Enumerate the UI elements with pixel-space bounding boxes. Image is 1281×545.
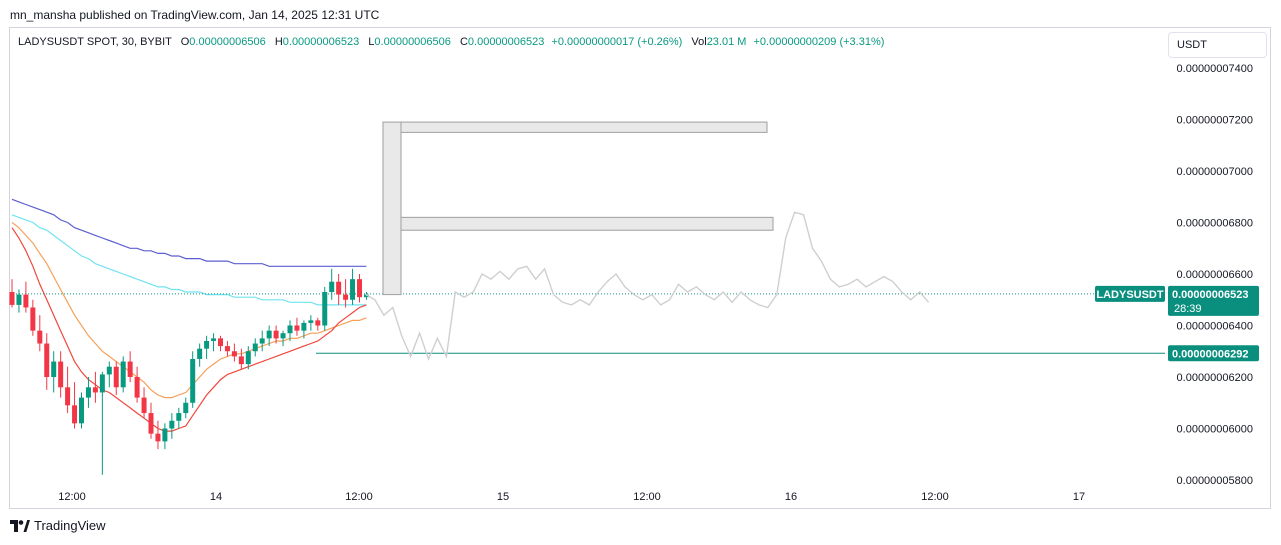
ema-line	[11, 222, 367, 399]
target-box-lower	[400, 216, 774, 231]
x-axis-tick: 15	[497, 491, 509, 503]
y-axis-tick: 0.00000007000	[1177, 166, 1253, 178]
candle-body	[169, 420, 175, 429]
candle-body	[134, 377, 140, 398]
candle-body	[72, 405, 78, 424]
candle-body	[238, 356, 244, 365]
candle-body	[79, 397, 84, 424]
candle-body	[211, 338, 217, 341]
price-chart[interactable]: 12:00 14 12:00 15 12:00 16 12:00 17 0.0000000740…	[0, 0, 1281, 545]
candle-body	[16, 294, 22, 305]
x-axis-tick: 14	[210, 491, 222, 503]
y-axis-tick: 0.00000006400	[1177, 321, 1253, 333]
y-axis-tick: 0.00000007400	[1177, 63, 1253, 75]
x-axis-tick: 12:00	[633, 491, 661, 503]
tradingview-logo[interactable]: TradingView	[10, 518, 106, 533]
y-axis-tick: 0.00000006000	[1177, 424, 1253, 436]
ema-line	[11, 214, 367, 306]
candle-body	[9, 292, 15, 305]
candle-body	[51, 361, 57, 377]
candle-body	[266, 330, 272, 339]
candle-body	[273, 330, 279, 339]
ema-line	[11, 198, 367, 267]
vertical-box	[382, 121, 402, 296]
candle-body	[350, 279, 356, 300]
candle-body	[120, 361, 126, 388]
candle-body	[190, 358, 196, 403]
x-axis-tick: 17	[1073, 491, 1085, 503]
candle-body	[106, 366, 112, 375]
candle-body	[162, 428, 168, 442]
candle-body	[30, 307, 36, 331]
x-axis-tick: 12:00	[921, 491, 949, 503]
candle-body	[224, 346, 230, 352]
y-axis-tick: 0.00000006200	[1177, 372, 1253, 384]
last-price-value: 0.00000006523	[1172, 289, 1248, 301]
candle-body	[287, 325, 293, 334]
candle-body	[336, 281, 342, 295]
level-price-value: 0.00000006292	[1172, 348, 1248, 360]
x-axis-tick: 16	[785, 491, 797, 503]
candle-body	[141, 397, 147, 414]
candle-body	[280, 333, 286, 339]
y-axis-tick: 0.00000005800	[1177, 475, 1253, 487]
candle-body	[113, 366, 119, 388]
candle-body	[329, 281, 335, 293]
candle-body	[176, 413, 182, 421]
candle-body	[204, 340, 210, 349]
candle-body	[315, 320, 321, 326]
candle-body	[44, 343, 50, 377]
y-axis-tick: 0.00000006800	[1177, 218, 1253, 230]
candle-body	[357, 279, 362, 298]
candle-body	[252, 343, 258, 352]
candle-body	[294, 325, 300, 331]
x-axis-tick: 12:00	[345, 491, 373, 503]
candle-body	[343, 294, 349, 300]
y-axis-tick: 0.00000007200	[1177, 115, 1253, 127]
candle-body	[231, 351, 237, 357]
candle-body	[308, 320, 314, 323]
candle-body	[23, 294, 29, 308]
bar-countdown: 28:39	[1174, 303, 1202, 315]
candle-body	[92, 387, 98, 393]
candle-body	[301, 322, 307, 331]
candle-body	[99, 374, 105, 393]
candle-body	[197, 348, 203, 359]
candle-body	[259, 338, 265, 344]
projection-path	[365, 211, 930, 361]
candle-body	[245, 351, 251, 365]
target-box-upper	[400, 121, 768, 133]
brand-name: TradingView	[34, 518, 106, 533]
candle-body	[127, 361, 133, 377]
y-axis-tick: 0.00000006600	[1177, 269, 1253, 281]
candle-body	[155, 433, 161, 442]
candle-body	[85, 387, 91, 398]
candle-body	[65, 387, 71, 406]
candle-body	[148, 413, 154, 434]
symbol-price-tag-label: LADYSUSDT	[1096, 289, 1164, 301]
candle-body	[58, 361, 64, 388]
tradingview-icon	[10, 519, 30, 532]
candle-body	[37, 330, 43, 344]
candle-body	[218, 338, 223, 347]
candle-body	[183, 402, 189, 414]
candle-body	[322, 292, 328, 326]
x-axis-tick: 12:00	[58, 491, 86, 503]
